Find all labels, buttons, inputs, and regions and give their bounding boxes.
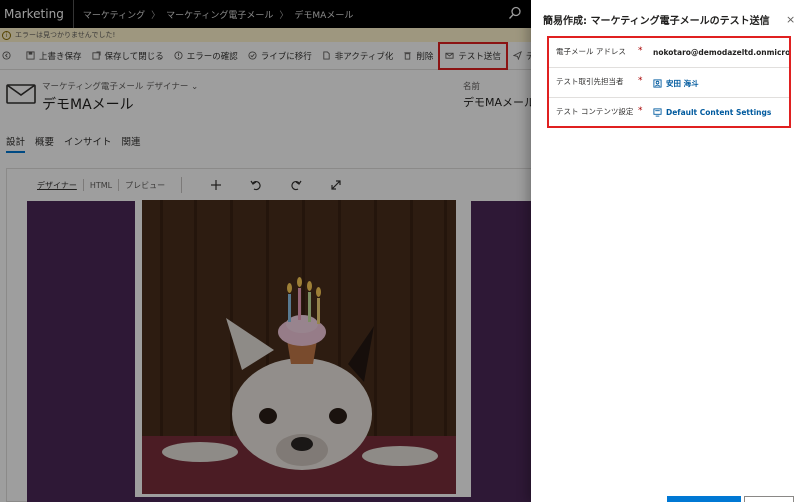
email-address-label: 電子メール アドレス [556, 47, 626, 56]
send-button[interactable] [667, 496, 741, 502]
content-settings-label: テスト コンテンツ設定 [556, 107, 634, 116]
test-contact-label: テスト取引先担当者 [556, 77, 624, 86]
field-row-contact: テスト取引先担当者 * 安田 海斗 [549, 68, 789, 98]
settings-record-icon [653, 108, 662, 117]
content-settings-value: Default Content Settings [666, 108, 772, 117]
quick-create-panel: 簡易作成: マーケティング電子メールのテスト送信 × 電子メール アドレス * … [531, 0, 796, 502]
test-send-fields: 電子メール アドレス * nokotaro@demodazeltd.onmicr… [547, 36, 791, 128]
contact-icon [653, 79, 662, 88]
required-indicator: * [638, 76, 643, 86]
panel-title: 簡易作成: マーケティング電子メールのテスト送信 [543, 16, 770, 27]
field-row-content-settings: テスト コンテンツ設定 * Default Content Settings [549, 98, 789, 128]
test-contact-lookup[interactable]: 安田 海斗 [653, 78, 789, 89]
cancel-button[interactable] [744, 496, 794, 502]
content-settings-lookup[interactable]: Default Content Settings [653, 108, 789, 117]
required-indicator: * [638, 106, 643, 116]
required-indicator: * [638, 46, 643, 56]
test-contact-value: 安田 海斗 [666, 79, 699, 88]
field-row-email: 電子メール アドレス * nokotaro@demodazeltd.onmicr… [549, 38, 789, 68]
email-address-field[interactable]: nokotaro@demodazeltd.onmicrosoft.com [653, 48, 789, 57]
close-icon[interactable]: × [786, 13, 795, 26]
